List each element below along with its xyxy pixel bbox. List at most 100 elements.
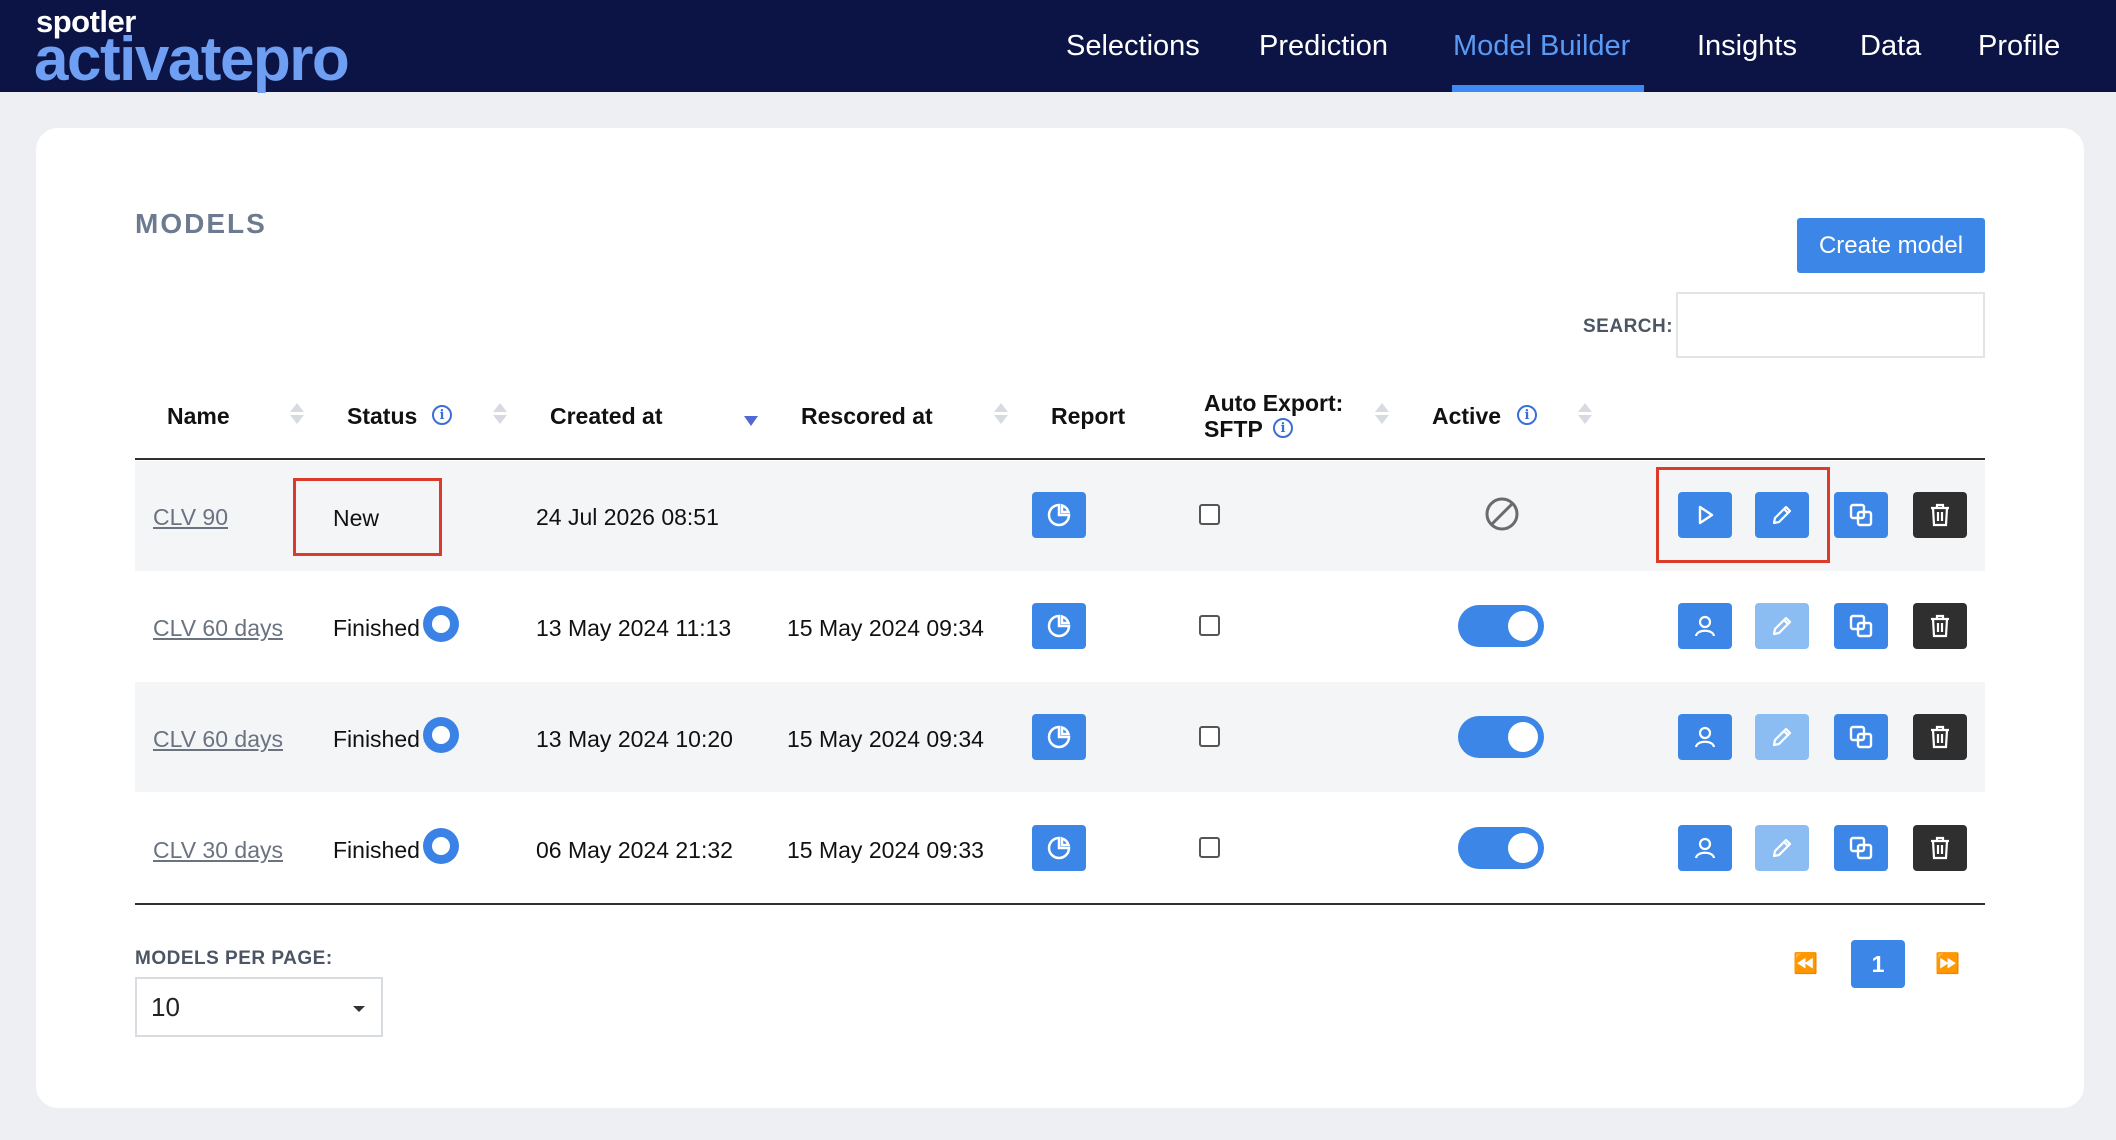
copy-button[interactable] <box>1834 492 1888 538</box>
copy-icon <box>1849 503 1873 527</box>
audience-button[interactable] <box>1678 714 1732 760</box>
trash-icon <box>1931 725 1949 749</box>
header-rescored-at[interactable]: Rescored at <box>801 403 933 429</box>
model-name-link[interactable]: CLV 90 <box>153 504 228 531</box>
edit-button-disabled <box>1755 825 1809 871</box>
nav-selections[interactable]: Selections <box>1066 0 1200 92</box>
delete-button[interactable] <box>1913 492 1967 538</box>
edit-button-disabled <box>1755 603 1809 649</box>
nav-insights[interactable]: Insights <box>1697 0 1797 92</box>
delete-button[interactable] <box>1913 825 1967 871</box>
report-button[interactable] <box>1032 825 1086 871</box>
pencil-icon <box>1772 838 1792 858</box>
table-header-divider <box>135 458 1985 460</box>
created-at: 13 May 2024 11:13 <box>536 615 732 641</box>
nav-model-builder[interactable]: Model Builder <box>1453 0 1630 92</box>
chevron-down-icon <box>353 1006 365 1012</box>
pencil-icon <box>1772 727 1792 747</box>
header-active[interactable]: Active <box>1432 403 1501 429</box>
copy-button[interactable] <box>1834 603 1888 649</box>
nav-data[interactable]: Data <box>1860 0 1921 92</box>
report-chart-icon <box>1047 503 1071 527</box>
copy-icon <box>1849 725 1873 749</box>
delete-button[interactable] <box>1913 714 1967 760</box>
header-created-at[interactable]: Created at <box>550 403 662 429</box>
nav-profile[interactable]: Profile <box>1978 0 2060 92</box>
rescored-at: 15 May 2024 09:33 <box>787 837 984 863</box>
search-input[interactable] <box>1676 292 1985 358</box>
logo-big-text: activatepro <box>34 25 350 94</box>
rescored-at: 15 May 2024 09:34 <box>787 726 984 752</box>
top-nav-bar: spotler activatepro Selections Predictio… <box>0 0 2116 94</box>
sort-icon[interactable] <box>994 403 1008 424</box>
active-toggle[interactable] <box>1458 605 1544 647</box>
auto-export-checkbox[interactable] <box>1199 615 1220 636</box>
highlight-status-new <box>293 478 442 556</box>
status-text: Finished <box>333 726 420 752</box>
page-1-button[interactable]: 1 <box>1851 940 1905 988</box>
user-icon <box>1694 726 1716 748</box>
edit-button-disabled <box>1755 714 1809 760</box>
model-name-link[interactable]: CLV 30 days <box>153 837 283 864</box>
report-button[interactable] <box>1032 714 1086 760</box>
search-label: SEARCH: <box>1583 316 1674 337</box>
sort-icon[interactable] <box>1375 403 1389 424</box>
report-chart-icon <box>1047 836 1071 860</box>
disabled-icon <box>1484 496 1520 537</box>
model-name[interactable]: CLV 30 days <box>153 837 283 863</box>
last-page-icon[interactable]: ⏩ <box>1935 951 1960 976</box>
audience-button[interactable] <box>1678 603 1732 649</box>
copy-icon <box>1849 614 1873 638</box>
auto-export-checkbox[interactable] <box>1199 504 1220 525</box>
sort-icon[interactable] <box>493 403 507 424</box>
active-toggle[interactable] <box>1458 716 1544 758</box>
model-name-link[interactable]: CLV 60 days <box>153 726 283 753</box>
auto-export-checkbox[interactable] <box>1199 837 1220 858</box>
model-name[interactable]: CLV 60 days <box>153 726 283 752</box>
status-finished-icon <box>423 606 459 642</box>
create-model-button[interactable]: Create model <box>1797 218 1985 273</box>
pencil-icon <box>1772 616 1792 636</box>
created-at: 24 Jul 2026 08:51 <box>536 504 719 530</box>
report-button[interactable] <box>1032 492 1086 538</box>
header-name[interactable]: Name <box>167 403 230 429</box>
model-name[interactable]: CLV 90 <box>153 504 228 530</box>
per-page-label: MODELS PER PAGE: <box>135 948 333 969</box>
sort-desc-icon[interactable] <box>744 416 758 426</box>
audience-button[interactable] <box>1678 825 1732 871</box>
info-icon[interactable]: i <box>432 405 452 425</box>
per-page-value: 10 <box>151 991 180 1022</box>
info-icon[interactable]: i <box>1517 405 1537 425</box>
created-at: 13 May 2024 10:20 <box>536 726 733 752</box>
trash-icon <box>1931 836 1949 860</box>
status-text: Finished <box>333 615 420 641</box>
nav-prediction[interactable]: Prediction <box>1259 0 1388 92</box>
status-finished-icon <box>423 717 459 753</box>
created-at: 06 May 2024 21:32 <box>536 837 733 863</box>
model-name-link[interactable]: CLV 60 days <box>153 615 283 642</box>
sort-icon[interactable] <box>290 403 304 424</box>
copy-button[interactable] <box>1834 825 1888 871</box>
highlight-run-edit-buttons <box>1656 467 1830 563</box>
user-icon <box>1694 615 1716 637</box>
rescored-at: 15 May 2024 09:34 <box>787 615 984 641</box>
info-icon[interactable]: i <box>1273 418 1293 438</box>
model-name[interactable]: CLV 60 days <box>153 615 283 641</box>
active-toggle[interactable] <box>1458 827 1544 869</box>
active-tab-indicator <box>1452 85 1644 92</box>
page-title: MODELS <box>135 208 267 239</box>
copy-button[interactable] <box>1834 714 1888 760</box>
status-finished-icon <box>423 828 459 864</box>
copy-icon <box>1849 836 1873 860</box>
header-auto-export-sftp[interactable]: SFTP <box>1204 416 1263 442</box>
sort-icon[interactable] <box>1578 403 1592 424</box>
first-page-icon[interactable]: ⏪ <box>1793 951 1818 976</box>
header-status[interactable]: Status <box>347 403 417 429</box>
report-button[interactable] <box>1032 603 1086 649</box>
per-page-select[interactable]: 10 <box>135 977 383 1037</box>
user-icon <box>1694 837 1716 859</box>
header-report: Report <box>1051 403 1126 429</box>
header-auto-export[interactable]: Auto Export: <box>1204 390 1343 416</box>
auto-export-checkbox[interactable] <box>1199 726 1220 747</box>
delete-button[interactable] <box>1913 603 1967 649</box>
